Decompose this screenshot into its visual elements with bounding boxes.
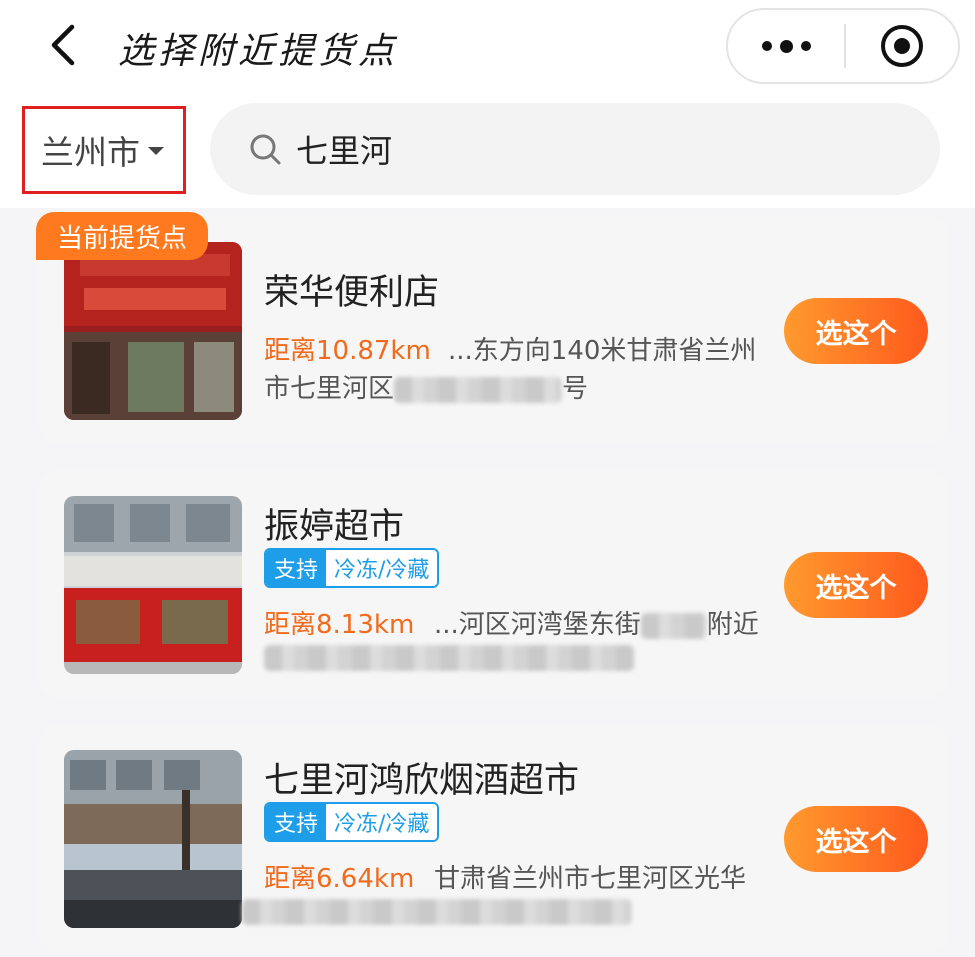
city-label: 兰州市: [41, 133, 140, 172]
store-address-line2: [264, 642, 634, 672]
store-distance: 距离8.13km: [264, 610, 415, 640]
dot-icon: [779, 39, 793, 53]
address-text: 号: [562, 374, 589, 404]
caret-down-icon: [148, 147, 164, 155]
store-photo: [64, 750, 242, 928]
redacted-text: [640, 612, 707, 639]
cold-chain-tag: 支持 冷冻/冷藏: [264, 802, 440, 842]
store-photo: [64, 496, 242, 674]
tag-label: 支持: [266, 550, 327, 586]
address-text: ...河区河湾堡东街: [434, 610, 641, 640]
store-name: 振婷超市: [264, 507, 405, 547]
chevron-left-icon: [51, 24, 75, 66]
city-selector[interactable]: 兰州市: [22, 106, 186, 194]
store-card[interactable]: 振婷超市 支持 冷冻/冷藏 距离8.13km ...河区河湾堡东街 附近 选这个: [38, 470, 950, 698]
redacted-text: [394, 376, 563, 403]
search-box[interactable]: [210, 103, 940, 195]
target-icon: [881, 25, 923, 67]
redacted-text: [242, 898, 632, 925]
nav-bar: 选择附近提货点: [0, 0, 975, 96]
store-card[interactable]: 七里河鸿欣烟酒超市 支持 冷冻/冷藏 距离6.64km 甘肃省兰州市七里河区光华…: [38, 724, 950, 952]
select-store-button[interactable]: 选这个: [784, 806, 928, 872]
redacted-text: [264, 644, 634, 671]
cold-chain-tag: 支持 冷冻/冷藏: [264, 548, 440, 588]
back-button[interactable]: [38, 20, 88, 70]
address-text: 附近: [706, 610, 759, 640]
current-pickup-badge: 当前提货点: [36, 212, 208, 260]
store-address-line1: ...东方向140米甘肃省兰州: [448, 336, 757, 366]
store-address-line2: [242, 896, 632, 926]
tag-label: 支持: [266, 804, 327, 840]
store-address-line1: ...河区河湾堡东街 附近: [434, 604, 759, 641]
store-photo: [64, 242, 242, 420]
store-address-line1: 甘肃省兰州市七里河区光华: [434, 864, 747, 894]
store-name: 荣华便利店: [264, 273, 440, 313]
select-store-button[interactable]: 选这个: [784, 298, 928, 364]
tag-value: 冷冻/冷藏: [326, 550, 438, 586]
mini-program-capsule: [726, 8, 960, 84]
search-input[interactable]: [296, 130, 896, 168]
page-title: 选择附近提货点: [118, 31, 399, 72]
store-distance: 距离6.64km: [264, 864, 415, 894]
dot-icon: [761, 41, 772, 51]
more-menu-button[interactable]: [728, 10, 844, 82]
dot-icon: [800, 41, 811, 51]
store-name: 七里河鸿欣烟酒超市: [264, 761, 580, 801]
address-text: 市七里河区: [264, 374, 395, 404]
search-icon: [250, 134, 281, 165]
store-distance: 距离10.87km: [264, 336, 431, 366]
search-bar-row: 兰州市: [0, 96, 975, 208]
select-store-button[interactable]: 选这个: [784, 552, 928, 618]
close-program-button[interactable]: [846, 10, 958, 82]
tag-value: 冷冻/冷藏: [326, 804, 438, 840]
store-address-line2: 市七里河区 号: [264, 368, 588, 405]
